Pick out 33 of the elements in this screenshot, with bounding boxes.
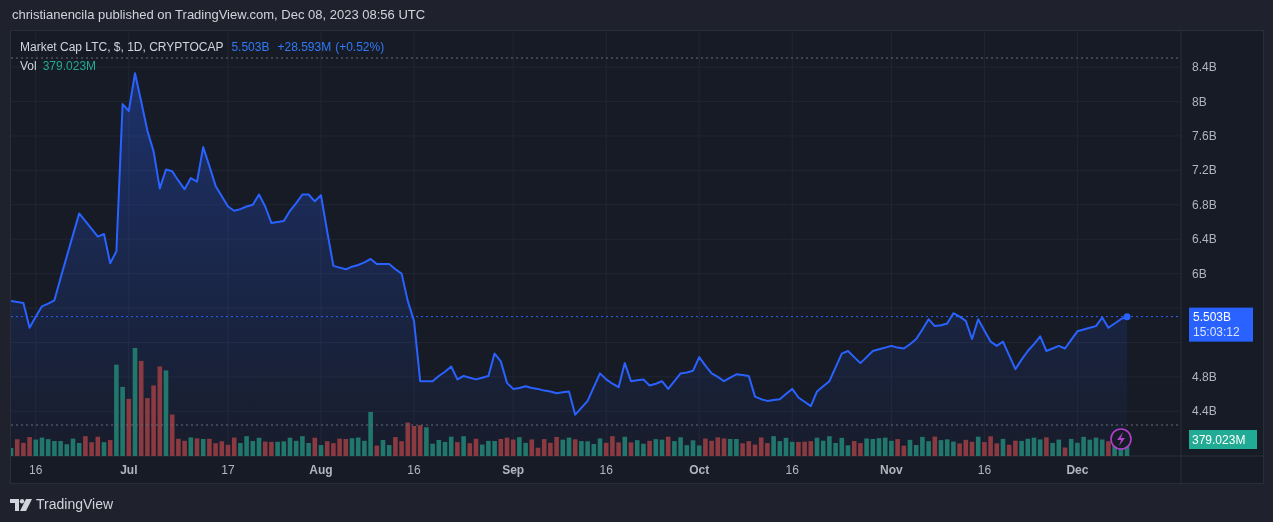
price-axis-label: 4.4B: [1192, 404, 1217, 419]
price-axis-label: 6B: [1192, 266, 1207, 281]
time-axis-label: 16: [29, 463, 43, 477]
price-axis-label: 8B: [1192, 94, 1207, 109]
price-axis-label: 6.4B: [1192, 232, 1217, 247]
time-axis-label: 16: [407, 463, 421, 477]
price-axis-label: 7.2B: [1192, 163, 1217, 178]
price-value: 5.503B: [231, 39, 270, 55]
last-price-dot: [1123, 313, 1131, 321]
time-axis-label: 16: [977, 463, 992, 477]
price-axis-label: 8.4B: [1192, 60, 1217, 75]
time-axis-label: 16: [599, 463, 613, 477]
time-axis-label: 17: [221, 463, 235, 477]
time-axis-label: 16: [785, 463, 799, 477]
volume-tag: 379.023M: [1189, 430, 1257, 449]
time-axis-label: Oct: [689, 463, 710, 477]
symbol-title: Market Cap LTC, $, 1D, CRYPTOCAP: [20, 39, 224, 55]
time-axis-label: Sep: [502, 463, 525, 477]
publish-note: christianencila published on TradingView.com, Dec 08, 2023 08:56 UTC: [12, 6, 426, 25]
price-axis-label: 4.8B: [1192, 369, 1217, 384]
time-axis-label: Dec: [1066, 463, 1089, 477]
price-axis-label: 7.6B: [1192, 128, 1217, 143]
price-change-percent: (+0.52%): [335, 39, 385, 55]
time-axis-label: Jul: [120, 463, 138, 477]
volume-label: Vol: [20, 58, 37, 74]
volume-value: 379.023M: [42, 58, 97, 74]
time-axis-label: Aug: [309, 463, 333, 477]
logo-icon: [10, 498, 32, 511]
price-tag: 5.503B 15:03:12: [1189, 307, 1253, 342]
time-axis-label: Nov: [880, 463, 903, 477]
price-change: +28.593M: [277, 39, 332, 55]
price-axis-label: 6.8B: [1192, 197, 1217, 212]
brand-name: TradingView: [36, 495, 114, 514]
